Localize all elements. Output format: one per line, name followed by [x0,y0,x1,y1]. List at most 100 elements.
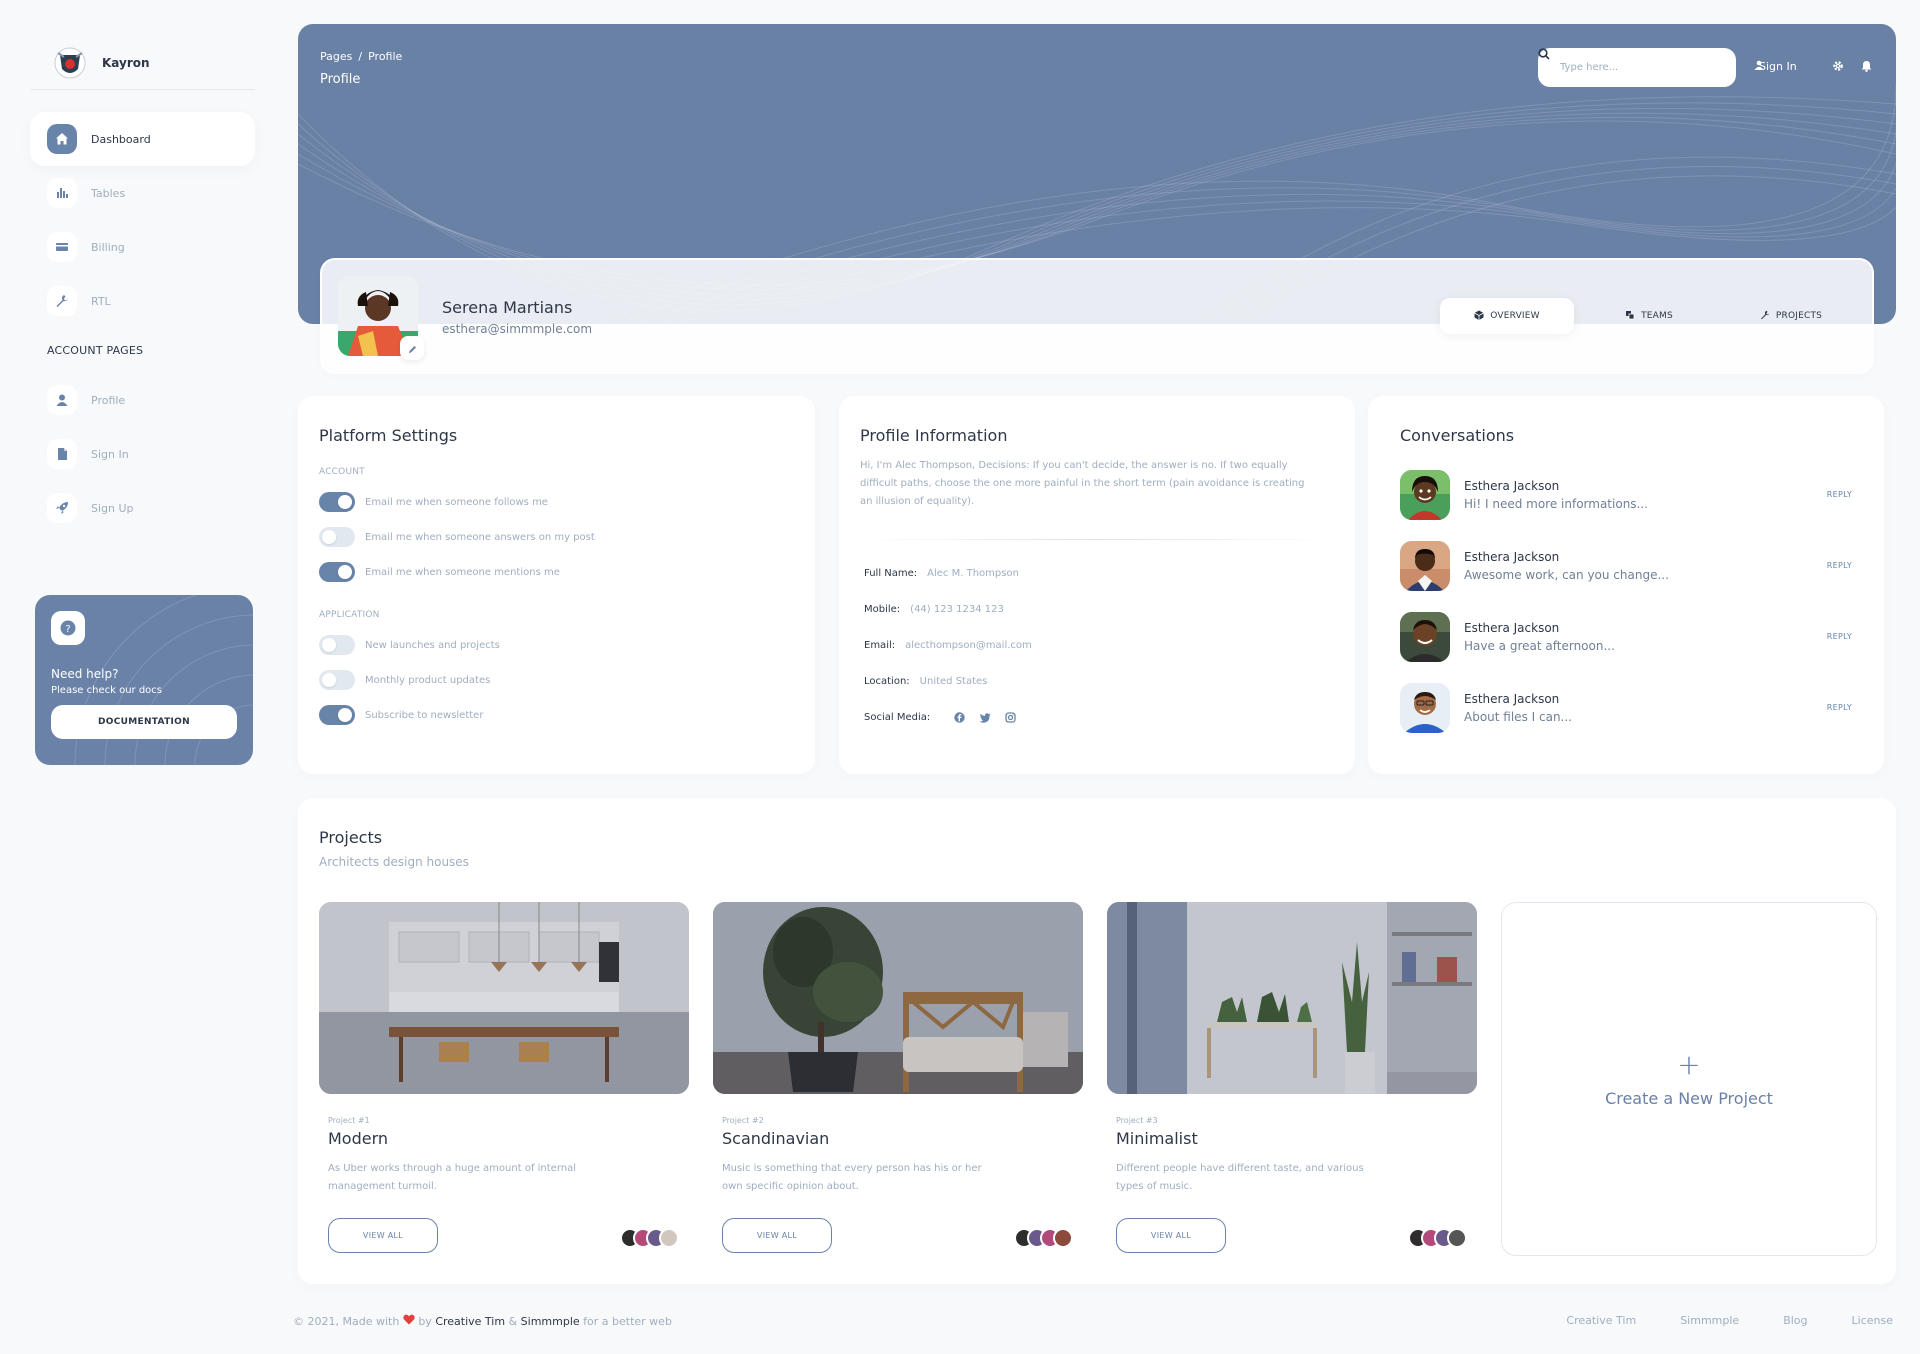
toggle-switch[interactable] [319,527,355,547]
page-title: Profile [320,72,361,87]
sidebar-item-billing[interactable]: Billing [30,220,255,274]
conversation-item: Esthera Jackson Hi! I need more informat… [1400,459,1852,530]
footer-amp: & [508,1315,518,1328]
card-title: Projects [319,828,383,847]
project-meta: Project #3 Minimalist Different people h… [1116,1116,1386,1196]
sidebar-item-dashboard[interactable]: Dashboard [30,112,255,166]
facebook-icon[interactable] [954,712,965,726]
person-icon [47,385,77,415]
twitter-icon[interactable] [979,712,991,726]
toggle-switch[interactable] [319,705,355,725]
footer: © 2021, Made with by Creative Tim & Simm… [293,1314,1893,1328]
tab-overview[interactable]: OVERVIEW [1440,298,1574,334]
projects-grid: Project #1 Modern As Uber works through … [319,902,1877,1272]
card-title: Profile Information [860,426,1008,445]
wrench-icon [47,286,77,316]
sidebar-item-label: Tables [91,186,126,200]
reply-button[interactable]: REPLY [1827,561,1852,570]
project-number: Project #2 [722,1116,764,1125]
breadcrumb-root[interactable]: Pages [320,50,352,63]
info-row: Email: alecthompson@mail.com [860,640,1334,676]
toggle-switch[interactable] [319,670,355,690]
avatar [1400,682,1450,733]
wrench-icon [1760,310,1770,323]
search-box[interactable] [1538,48,1736,87]
avatar[interactable] [1447,1228,1467,1248]
brand-name: Kayron [102,55,150,70]
help-title: Need help? [51,667,119,681]
avatar-group [1014,1228,1073,1248]
project-image[interactable] [713,902,1083,1094]
documentation-button[interactable]: DOCUMENTATION [51,705,237,739]
project-image[interactable] [319,902,689,1094]
project-number: Project #1 [328,1116,370,1125]
conversation-item: Esthera Jackson About files I can... REP… [1400,672,1852,743]
sidebar-item-sign-in[interactable]: Sign In [30,427,255,481]
profile-header-card: Serena Martians esthera@simmmple.com OVE… [320,258,1874,374]
create-project-label: Create a New Project [1605,1088,1773,1108]
view-all-button[interactable]: VIEW ALL [328,1218,438,1253]
info-value: United States [919,676,988,687]
sidebar-item-rtl[interactable]: RTL [30,274,255,328]
setting-row: Email me when someone follows me [319,492,794,512]
project-meta: Project #1 Modern As Uber works through … [328,1116,598,1196]
project-image[interactable] [1107,902,1477,1094]
project-name: Modern [328,1129,389,1148]
breadcrumb-current: Profile [368,50,403,63]
info-value: Alec M. Thompson [927,568,1019,579]
footer-link-blog[interactable]: Blog [1783,1314,1807,1328]
tab-projects[interactable]: PROJECTS [1724,298,1858,334]
bar-chart-icon [47,178,77,208]
reply-button[interactable]: REPLY [1827,490,1852,499]
view-all-button[interactable]: VIEW ALL [1116,1218,1226,1253]
sidebar-item-profile[interactable]: Profile [30,373,255,427]
sidebar-item-sign-up[interactable]: Sign Up [30,481,255,535]
document-icon [47,439,77,469]
sign-in-link[interactable]: Sign In [1754,60,1797,73]
setting-label: New launches and projects [365,639,500,651]
sidebar-item-label: Billing [91,240,125,254]
toggle-switch[interactable] [319,492,355,512]
setting-label: Email me when someone answers on my post [365,531,595,543]
simmmple-link[interactable]: Simmmple [521,1315,580,1328]
toggle-switch[interactable] [319,562,355,582]
info-key: Email: [864,640,896,651]
reply-button[interactable]: REPLY [1827,632,1852,641]
setting-row: Monthly product updates [319,670,794,690]
creative-tim-link[interactable]: Creative Tim [435,1315,505,1328]
conversation-text: Esthera Jackson Awesome work, can you ch… [1464,550,1827,582]
setting-label: Email me when someone follows me [365,496,548,508]
avatar [1400,469,1450,520]
project-name: Minimalist [1116,1129,1198,1148]
avatar[interactable] [659,1228,679,1248]
brand[interactable]: Kayron [30,47,255,90]
tab-label: TEAMS [1641,311,1673,321]
info-row: Full Name: Alec M. Thompson [860,568,1334,604]
tab-teams[interactable]: TEAMS [1582,298,1716,334]
reply-button[interactable]: REPLY [1827,703,1852,712]
footer-prefix: © 2021, Made with [293,1315,400,1328]
footer-suffix: for a better web [583,1315,672,1328]
info-value: alecthompson@mail.com [905,640,1032,651]
avatar-group [620,1228,679,1248]
help-subtitle: Please check our docs [51,685,163,696]
view-all-button[interactable]: VIEW ALL [722,1218,832,1253]
platform-settings-card: Platform Settings ACCOUNT Email me when … [298,396,815,774]
footer-link-license[interactable]: License [1852,1314,1893,1328]
footer-link-simmmple[interactable]: Simmmple [1680,1314,1739,1328]
edit-avatar-button[interactable] [400,336,424,360]
search-input[interactable] [1560,62,1710,73]
setting-row: Subscribe to newsletter [319,705,794,725]
tab-label: PROJECTS [1775,311,1823,321]
avatar[interactable] [1053,1228,1073,1248]
setting-row: Email me when someone mentions me [319,562,794,582]
sidebar-item-label: Sign In [91,447,129,461]
section-label: ACCOUNT [319,467,365,477]
instagram-icon[interactable] [1005,712,1016,726]
toggle-switch[interactable] [319,635,355,655]
create-project-tile[interactable]: + Create a New Project [1501,902,1877,1256]
cube-icon [1474,310,1484,323]
setting-label: Monthly product updates [365,674,491,686]
sidebar-item-tables[interactable]: Tables [30,166,255,220]
footer-link-creative-tim[interactable]: Creative Tim [1566,1314,1636,1328]
